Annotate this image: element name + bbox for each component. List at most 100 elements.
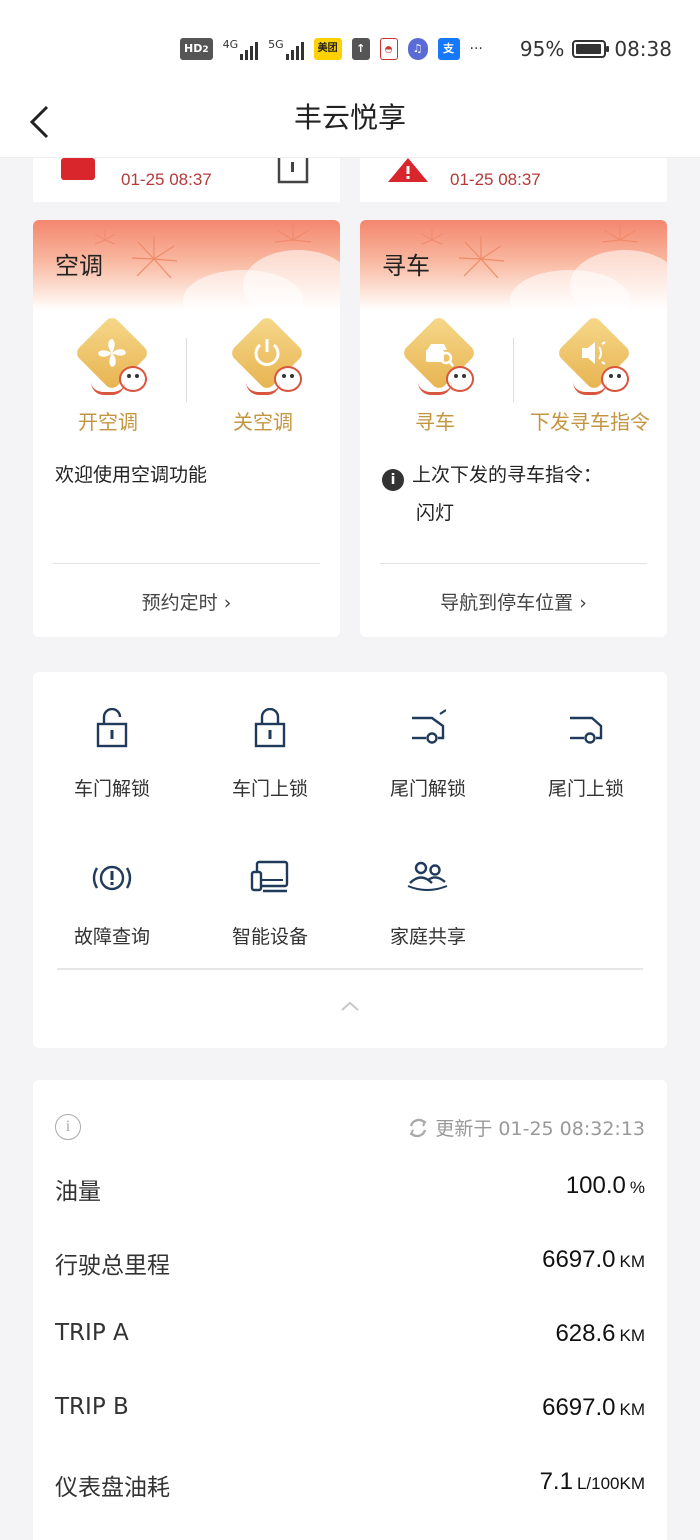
status-bar: HD2 4G 5G 美团 ↑ ◓ ♫ 支 ··· 95% 08:38 (0, 0, 700, 90)
card-header-banner: 寻车 (360, 220, 667, 330)
fault-query-button[interactable]: 故障查询 (33, 820, 191, 948)
stat-row-trip-a: TRIP A 628.6 KM (55, 1320, 645, 1360)
power-icon (228, 314, 306, 396)
firework-icon (601, 222, 639, 243)
action-label: 下发寻车指令 (530, 410, 650, 434)
divider (380, 563, 647, 564)
bank-app-icon: ◓ (379, 38, 398, 60)
stat-value: 6697.0 KM (542, 1246, 645, 1273)
lock-trunk-button[interactable]: 尾门上锁 (507, 672, 665, 800)
status-time: 01-25 08:37 (450, 170, 541, 189)
stat-row-fuel-consumption: 仪表盘油耗 7.1 L/100KM (55, 1468, 645, 1508)
trunk-unlock-icon (412, 709, 446, 744)
status-card-left[interactable]: 01-25 08:37 (33, 158, 340, 202)
firework-icon (458, 236, 505, 279)
firework-icon (131, 236, 178, 279)
alipay-app-icon: 支 (437, 38, 460, 60)
find-car-message: i 上次下发的寻车指令： 闪灯 (382, 456, 649, 532)
page-title: 丰云悦享 (293, 101, 406, 134)
action-label: 开空调 (78, 410, 138, 434)
chevron-right-icon: › (573, 592, 587, 614)
divider (57, 968, 643, 970)
signal-4g-icon: 4G (223, 38, 259, 60)
ac-actions: 开空调 关空调 (33, 310, 340, 440)
status-right: 95% 08:38 (520, 36, 672, 62)
schedule-timer-link[interactable]: 预约定时 › (33, 588, 340, 615)
vehicle-stats-card: i 更新于 01-25 08:32:13 油量 100.0% 行驶总里程 669… (33, 1080, 667, 1540)
meituan-app-icon: 美团 (313, 38, 342, 60)
family-share-button[interactable]: 家庭共享 (349, 820, 507, 948)
stat-value: 7.1 L/100KM (539, 1468, 645, 1495)
lock-door-button[interactable]: 车门上锁 (191, 672, 349, 800)
smart-device-icon (250, 860, 289, 893)
stat-label: 油量 (55, 1179, 101, 1205)
turn-off-ac-button[interactable]: 关空调 (188, 310, 338, 440)
lock-door-icon (254, 708, 286, 748)
speaker-icon (555, 314, 633, 396)
ac-message: 欢迎使用空调功能 (55, 464, 208, 486)
find-car-card: 寻车 寻车 下发寻车指令 i 上次下发的寻车指令： 闪灯 导航到停车位置 › (360, 220, 667, 637)
divider (53, 563, 320, 564)
battery-percent: 95% (519, 37, 565, 61)
stat-label: 仪表盘油耗 (55, 1475, 170, 1501)
status-icons: HD2 4G 5G 美团 ↑ ◓ ♫ 支 ··· (180, 36, 483, 62)
fault-icon (92, 865, 132, 891)
unlock-door-icon (96, 708, 128, 748)
stat-row-fuel: 油量 100.0% (55, 1172, 645, 1212)
stat-label: TRIP B (55, 1394, 129, 1420)
quick-actions-grid: 车门解锁 车门上锁 尾门解锁 尾门上锁 故障查询 智能设备 家庭共享 (33, 672, 667, 1048)
stat-label: 行驶总里程 (55, 1253, 170, 1279)
card-title: 寻车 (382, 252, 430, 280)
quick-action-label: 车门上锁 (231, 778, 308, 800)
quick-action-label: 智能设备 (231, 926, 308, 948)
smart-device-button[interactable]: 智能设备 (191, 820, 349, 948)
warning-icon (388, 158, 428, 182)
refresh-icon (410, 1118, 427, 1137)
family-share-icon (407, 861, 448, 891)
send-find-car-command-button[interactable]: 下发寻车指令 (515, 310, 665, 440)
quick-action-label: 尾门上锁 (547, 778, 624, 800)
quick-action-label: 故障查询 (73, 926, 150, 948)
info-icon: i (382, 469, 404, 491)
fan-icon (73, 314, 151, 396)
stat-row-odometer: 行驶总里程 6697.0 KM (55, 1246, 645, 1286)
navigate-to-parking-link[interactable]: 导航到停车位置 › (360, 588, 667, 615)
info-icon[interactable]: i (55, 1114, 81, 1140)
action-label: 关空调 (233, 410, 293, 434)
trunk-lock-icon (570, 716, 603, 744)
action-label: 寻车 (415, 410, 455, 434)
ac-card: 空调 开空调 关空调 欢迎使用空调功能 预约定时 › (33, 220, 340, 637)
car-search-icon (400, 314, 478, 396)
card-header-banner: 空调 (33, 220, 340, 330)
unlock-door-button[interactable]: 车门解锁 (33, 672, 191, 800)
upload-app-icon: ↑ (351, 38, 370, 60)
nav-bar: 丰云悦享 (0, 90, 700, 158)
hd-icon: HD2 (180, 38, 213, 60)
stat-row-trip-b: TRIP B 6697.0 KM (55, 1394, 645, 1434)
find-car-actions: 寻车 下发寻车指令 (360, 310, 667, 440)
device-icon (277, 158, 309, 184)
card-title: 空调 (55, 252, 103, 280)
stat-value: 628.6 KM (555, 1320, 645, 1347)
stat-label: TRIP A (55, 1320, 129, 1346)
divider (186, 338, 187, 402)
last-command-value: 闪灯 (416, 502, 455, 524)
quick-action-label: 尾门解锁 (389, 778, 466, 800)
firework-icon (274, 222, 312, 243)
find-car-button[interactable]: 寻车 (360, 310, 510, 440)
chevron-up-icon[interactable] (338, 998, 362, 1014)
quick-action-label: 家庭共享 (389, 926, 466, 948)
clock: 08:38 (614, 37, 672, 61)
update-time: 更新于 01-25 08:32:13 (435, 1118, 645, 1140)
refresh-status[interactable]: 更新于 01-25 08:32:13 (407, 1114, 645, 1141)
unlock-trunk-button[interactable]: 尾门解锁 (349, 672, 507, 800)
stat-value: 100.0% (565, 1172, 645, 1199)
quick-action-label: 车门解锁 (73, 778, 150, 800)
turn-on-ac-button[interactable]: 开空调 (33, 310, 183, 440)
chevron-right-icon: › (217, 592, 232, 614)
music-app-icon: ♫ (407, 38, 428, 60)
more-notifications-icon: ··· (469, 41, 483, 57)
status-card-right[interactable]: 01-25 08:37 (360, 158, 667, 202)
status-time: 01-25 08:37 (121, 170, 212, 189)
card-icon (61, 158, 95, 180)
